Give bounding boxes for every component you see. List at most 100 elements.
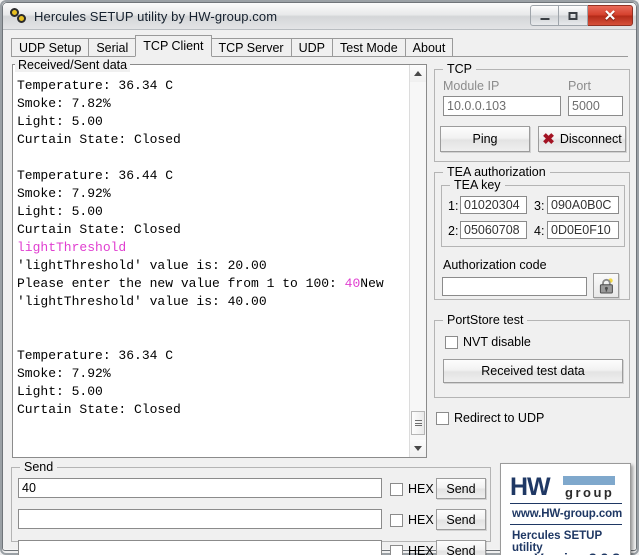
padlock-icon [599,278,614,294]
authorization-code-input[interactable] [442,277,587,296]
tea-authorization-group: TEA authorization TEA key 1: 01020304 2:… [434,172,630,300]
received-sent-label: Received/Sent data [15,58,130,72]
tabstrip-filler [452,37,628,57]
minimize-button[interactable] [530,5,559,26]
send-button-1[interactable]: Send [436,478,486,499]
module-ip-label: Module IP [443,79,499,93]
tcp-group: TCP Module IP Port 10.0.0.103 5000 Ping … [434,69,630,162]
terminal-line: Temperature: 36.34 C [17,77,409,95]
close-icon: ✕ [604,8,617,23]
tea-key-3-label: 3: [534,199,544,213]
received-sent-panel: Temperature: 36.34 CSmoke: 7.82%Light: 5… [12,64,427,458]
send-input-1[interactable]: 40 [18,478,382,498]
hw-group-logo-panel: HW group www.HW-group.com Hercules SETUP… [500,463,631,555]
terminal-line: Smoke: 7.92% [17,185,409,203]
triangle-up-icon [414,71,422,76]
terminal-line [17,329,409,347]
received-test-data-label: Received test data [481,364,585,378]
terminal-line: 'lightThreshold' value is: 40.00 [17,293,409,311]
checkbox-box [390,514,403,527]
checkbox-box [390,483,403,496]
terminal-line: Smoke: 7.92% [17,365,409,383]
terminal-line: Curtain State: Closed [17,401,409,419]
ping-button[interactable]: Ping [440,126,530,152]
tab-test-mode[interactable]: Test Mode [332,38,406,57]
tab-udp[interactable]: UDP [291,38,333,57]
tea-key-2-label: 2: [448,224,458,238]
hex-checkbox-3[interactable]: HEX [390,544,434,555]
redirect-to-udp-checkbox[interactable]: Redirect to UDP [436,411,544,425]
grip-icon [415,419,422,428]
window-title: Hercules SETUP utility by HW-group.com [34,9,277,24]
tea-key-3-input[interactable]: 090A0B0C [547,196,619,214]
logo-group-text: group [565,486,614,499]
tab-about[interactable]: About [405,38,454,57]
logo-accent-bar [563,476,615,485]
terminal-segment: Please enter the new value from 1 to 100… [17,276,345,291]
terminal-segment: 40 [345,276,361,291]
checkbox-box [390,545,403,555]
tea-key-group: TEA key 1: 01020304 2: 05060708 3: 090A0… [441,185,625,247]
logo-divider-bottom [510,524,622,525]
hex-checkbox-1[interactable]: HEX [390,482,434,496]
received-test-data-button[interactable]: Received test data [443,359,623,383]
tab-tcp-client[interactable]: TCP Client [135,35,211,57]
port-input[interactable]: 5000 [568,96,623,116]
send-input-3[interactable] [18,540,382,555]
send-group: Send 40 HEX Send HEX Send HEX Send [11,467,491,542]
module-ip-input[interactable]: 10.0.0.103 [443,96,561,116]
send-group-legend: Send [20,460,57,474]
tea-key-1-input[interactable]: 01020304 [460,196,527,214]
tab-tcp-server[interactable]: TCP Server [211,38,292,57]
logo-url-text: www.HW-group.com [512,508,622,520]
scroll-down-button[interactable] [410,440,426,457]
terminal-line: Smoke: 7.82% [17,95,409,113]
nvt-disable-label: NVT disable [463,335,531,349]
send-input-2[interactable] [18,509,382,529]
hex-label: HEX [408,513,434,527]
tea-key-legend: TEA key [450,178,505,192]
terminal-line: lightThreshold [17,239,409,257]
logo-version-text: Version 3.2.8 [534,550,620,555]
client-area: UDP Setup Serial TCP Client TCP Server U… [3,30,636,549]
disconnect-label: Disconnect [560,132,622,146]
terminal-line: Light: 5.00 [17,113,409,131]
maximize-button[interactable] [559,5,588,26]
logo-hw-text: HW [510,475,550,500]
close-button[interactable]: ✕ [588,5,633,26]
tabstrip: UDP Setup Serial TCP Client TCP Server U… [11,35,628,57]
terminal-scrollbar[interactable] [409,65,426,457]
send-button-3[interactable]: Send [436,540,486,555]
send-button-2[interactable]: Send [436,509,486,530]
tea-key-4-input[interactable]: 0D0E0F10 [547,221,619,239]
logo-divider-top [510,503,622,504]
authorization-code-label: Authorization code [443,258,547,272]
triangle-down-icon [414,446,422,451]
tea-key-2-input[interactable]: 05060708 [460,221,527,239]
disconnect-button[interactable]: ✖ Disconnect [538,126,626,152]
red-x-icon: ✖ [542,132,555,147]
tcp-group-legend: TCP [443,62,476,76]
terminal-line [17,311,409,329]
tea-group-legend: TEA authorization [443,165,550,179]
checkbox-box [436,412,449,425]
terminal-line: Light: 5.00 [17,383,409,401]
terminal-line: 'lightThreshold' value is: 20.00 [17,257,409,275]
tab-udp-setup[interactable]: UDP Setup [11,38,89,57]
hex-checkbox-2[interactable]: HEX [390,513,434,527]
port-label: Port [568,79,591,93]
terminal-line: Please enter the new value from 1 to 100… [17,275,409,293]
tea-key-4-label: 4: [534,224,544,238]
checkbox-box [445,336,458,349]
tab-serial[interactable]: Serial [88,38,136,57]
terminal-line: Light: 5.00 [17,203,409,221]
terminal-line [17,149,409,167]
terminal-line: Curtain State: Closed [17,131,409,149]
titlebar[interactable]: Hercules SETUP utility by HW-group.com ✕ [3,3,636,30]
authorize-lock-button[interactable] [593,273,619,298]
hercules-setup-window: Hercules SETUP utility by HW-group.com ✕… [0,0,639,555]
scroll-up-button[interactable] [410,65,426,82]
nvt-disable-checkbox[interactable]: NVT disable [445,335,531,349]
scrollbar-thumb[interactable] [411,411,425,435]
terminal-output[interactable]: Temperature: 36.34 CSmoke: 7.82%Light: 5… [13,65,409,457]
